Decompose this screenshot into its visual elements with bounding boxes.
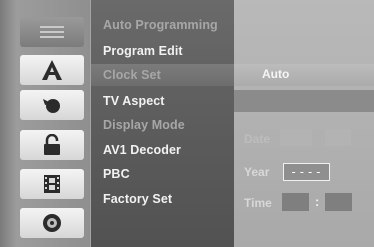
speaker-icon — [43, 99, 60, 113]
date-label: Date — [244, 132, 271, 146]
film-icon[interactable] — [20, 169, 84, 199]
menu-item-auto-programming[interactable]: Auto Programming — [103, 18, 218, 32]
clock-divider-band — [234, 90, 374, 112]
menu-item-clock-set[interactable]: Clock Set — [103, 68, 161, 82]
padlock-icon — [44, 134, 60, 155]
menu-item-program-edit[interactable]: Program Edit — [103, 44, 183, 58]
clock-mode-value[interactable]: Auto — [262, 67, 289, 81]
time-label: Time — [244, 196, 272, 210]
date-day-box[interactable] — [325, 129, 351, 146]
dvd-disc-icon — [43, 214, 61, 232]
time-separator: : — [315, 194, 320, 209]
time-hour-box[interactable] — [282, 193, 309, 211]
disc-icon[interactable] — [20, 208, 84, 238]
setup-icon[interactable] — [20, 17, 84, 47]
menu-item-pbc[interactable]: PBC — [103, 167, 130, 181]
year-input[interactable]: ---- — [283, 163, 330, 181]
menu-item-factory-set[interactable]: Factory Set — [103, 192, 172, 206]
letter-a-icon — [42, 60, 62, 80]
time-minute-box[interactable] — [325, 193, 352, 211]
icon-sidebar — [0, 0, 90, 247]
menu-item-tv-aspect[interactable]: TV Aspect — [103, 94, 165, 108]
date-month-box[interactable] — [280, 129, 312, 146]
year-label: Year — [244, 165, 270, 179]
menu-item-display-mode[interactable]: Display Mode — [103, 118, 185, 132]
language-icon[interactable] — [20, 55, 84, 85]
audio-icon[interactable] — [20, 90, 84, 120]
setup-lines-icon — [40, 26, 64, 38]
menu-item-av1-decoder[interactable]: AV1 Decoder — [103, 143, 181, 157]
lock-icon[interactable] — [20, 130, 84, 160]
setup-screen: Auto Programming Program Edit Clock Set … — [0, 0, 374, 247]
film-strip-icon — [44, 175, 60, 193]
